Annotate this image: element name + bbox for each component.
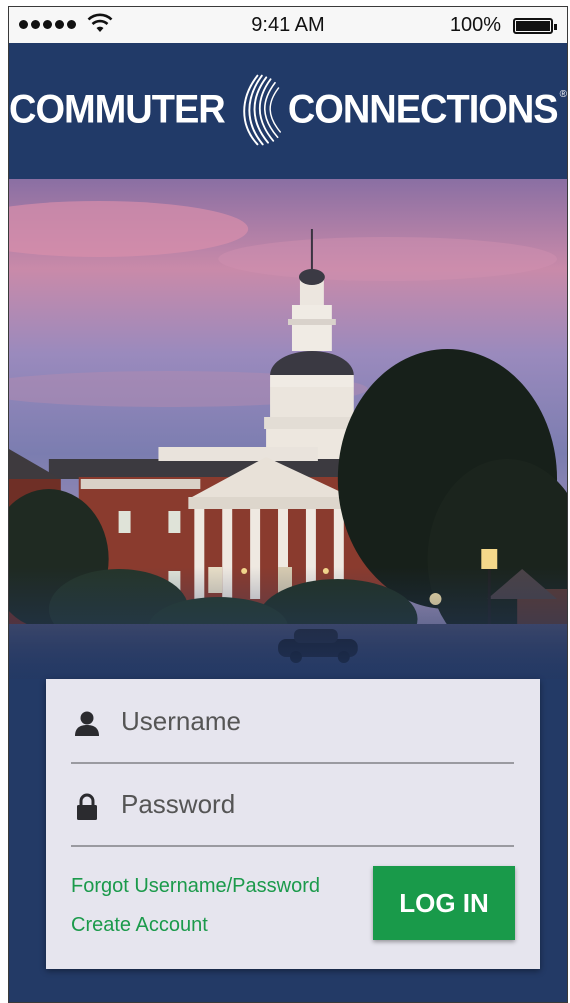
user-icon [75,711,99,736]
login-card: Forgot Username/Password Create Account … [46,679,540,969]
password-input[interactable] [121,779,501,829]
battery-icon [513,18,557,34]
registered-mark: ® [559,89,567,100]
commuter-connections-logo: COMMUTER CONNECTIONS ® [9,65,567,155]
login-button[interactable]: LOG IN [373,866,515,940]
username-input[interactable] [121,696,501,746]
create-account-link[interactable]: Create Account [71,914,208,937]
status-bar: 9:41 AM 100% [9,7,567,43]
app-header: COMMUTER CONNECTIONS ® [9,43,567,179]
forgot-credentials-link[interactable]: Forgot Username/Password [71,875,320,898]
phone-screen: 9:41 AM 100% COMMUTER CONNECTIONS ® User… [8,6,568,1003]
wave-swoosh-icon [243,74,281,146]
username-field [71,682,514,764]
lock-icon [77,793,97,820]
logo-text-left: COMMUTER [9,87,226,132]
battery-percentage: 100% [449,14,501,36]
logo-text-right: CONNECTIONS [287,87,559,132]
password-field [71,765,514,847]
